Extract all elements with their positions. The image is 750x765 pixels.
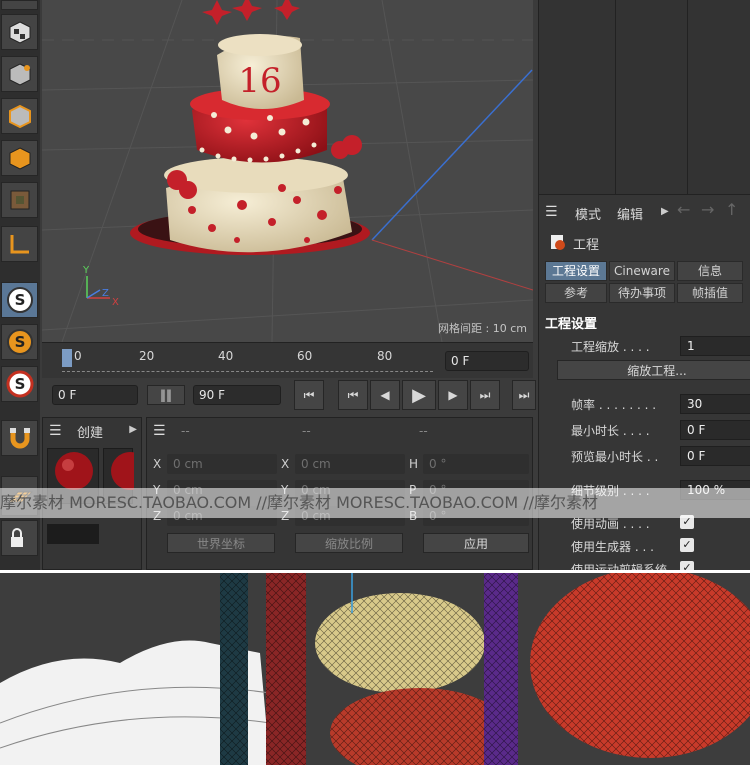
rotation-h-field[interactable]: 0 ° [423, 454, 529, 474]
next-key-icon[interactable]: ⏭ [470, 380, 500, 410]
checker-cube-icon[interactable] [1, 14, 38, 50]
play-icon[interactable]: ▶ [402, 380, 436, 410]
scale-dropdown[interactable]: 缩放比例 [295, 533, 403, 553]
snap-s-red-icon[interactable]: S [1, 366, 38, 402]
object-manager [539, 0, 750, 195]
points-mode-icon[interactable] [1, 56, 38, 92]
playhead[interactable] [62, 349, 72, 367]
scale-project-button[interactable]: 缩放工程... [557, 360, 750, 380]
edit-menu[interactable]: 编辑 [617, 204, 643, 223]
axis-x-label: X [112, 297, 119, 308]
coord-header: -- [302, 424, 311, 438]
wireframe-preview [0, 573, 750, 765]
prop-label: 使用生成器 . . . [571, 540, 654, 554]
axis-mode-icon[interactable] [1, 226, 38, 262]
tick-label: 40 [218, 349, 234, 363]
size-x-field[interactable]: 0 cm [295, 454, 405, 474]
tab-reference[interactable]: 参考 [545, 283, 607, 303]
edges-mode-icon[interactable] [1, 98, 38, 134]
project-icon [549, 233, 567, 251]
material-create-menu[interactable]: 创建 [77, 422, 103, 441]
tab-info[interactable]: 信息 [677, 261, 743, 281]
tick-label: 60 [297, 349, 313, 363]
ruler-ticks [62, 371, 433, 375]
svg-text:S: S [14, 333, 25, 351]
hamburger-icon[interactable]: ☰ [545, 204, 558, 220]
page: S S S 16 Y X Z 网格间距: 10 cm 0 20 40 60 8… [0, 0, 750, 765]
world-coords-dropdown[interactable]: 世界坐标 [167, 533, 275, 553]
cake-number-text: 16 [238, 61, 281, 101]
lock-grid-icon[interactable] [1, 520, 38, 556]
prop-label: 使用运动剪辑系统 [571, 563, 668, 570]
coord-label: X [153, 457, 162, 471]
next-frame-icon[interactable]: ▶ [438, 380, 468, 410]
svg-text:S: S [14, 375, 25, 393]
panel-arrow-icon[interactable]: ▶ [129, 424, 137, 435]
timeline-ruler[interactable]: 0 20 40 60 80 0 F [42, 342, 533, 378]
prev-frame-icon[interactable]: ◀ [370, 380, 400, 410]
axis-y-label: Y [82, 265, 90, 276]
up-arrow-icon[interactable]: ↑ [725, 200, 738, 219]
tick-label: 0 [74, 349, 82, 363]
prop-label: 工程缩放 . . . . [571, 340, 650, 354]
end-frame-field[interactable]: 90 F [193, 385, 281, 405]
go-to-start-icon[interactable]: ⏮ [294, 380, 324, 410]
mode-menu[interactable]: 模式 [575, 204, 601, 223]
apply-button[interactable]: 应用 [423, 533, 529, 553]
preview-min-time-field[interactable]: 0 F [680, 446, 750, 466]
tab-todo[interactable]: 待办事项 [609, 283, 675, 303]
material-thumb-dark[interactable] [47, 524, 99, 544]
coord-label: H [409, 457, 419, 471]
prop-label: 帧率 . . . . . . . . [571, 398, 657, 412]
snap-s-icon[interactable]: S [1, 282, 38, 318]
panel-arrow-icon[interactable]: ▶ [661, 206, 669, 217]
svg-text:S: S [14, 291, 25, 309]
snap-s-orange-icon[interactable]: S [1, 324, 38, 360]
forward-arrow-icon[interactable]: → [701, 200, 714, 219]
use-generators-checkbox[interactable]: ✓ [680, 538, 694, 552]
coord-label: X [281, 457, 290, 471]
go-to-end-icon[interactable]: ⏭ [512, 380, 536, 410]
watermark-band: 摩尔素材 MORESC.TAOBAO.COM //摩尔素材 MORESC.TAO… [0, 488, 750, 518]
coord-header: -- [419, 424, 428, 438]
left-toolbar: S S S [0, 0, 40, 570]
cinema4d-window: S S S 16 Y X Z 网格间距: 10 cm 0 20 40 60 8… [0, 0, 750, 570]
3d-viewport[interactable]: 16 Y X Z 网格间距 : 10 cm [42, 0, 533, 342]
tab-project-settings[interactable]: 工程设置 [545, 261, 607, 281]
tool-top-partial[interactable] [1, 0, 38, 10]
tick-label: 80 [377, 349, 393, 363]
right-panel: ☰ 模式 编辑 ▶ ← → ↑ 工程 工程设置 Cineware 信息 参考 待… [538, 0, 750, 570]
prop-label: 最小时长 . . . . [571, 424, 650, 438]
prop-label: 预览最小时长 . . [571, 450, 659, 464]
min-time-field[interactable]: 0 F [680, 420, 750, 440]
section-title: 工程设置 [545, 317, 598, 332]
fps-field[interactable]: 30 [680, 394, 750, 414]
axis-z-label: Z [102, 288, 109, 299]
tab-cineware[interactable]: Cineware [609, 261, 675, 281]
current-frame-field[interactable]: 0 F [445, 351, 529, 371]
uv-mode-icon[interactable] [1, 182, 38, 218]
grid-spacing-label: 网格间距 : 10 cm [438, 322, 527, 335]
position-x-field[interactable]: 0 cm [167, 454, 277, 474]
polygons-mode-icon[interactable] [1, 140, 38, 176]
tab-frame-interpolation[interactable]: 帧插值 [677, 283, 743, 303]
project-scale-field[interactable]: 1 [680, 336, 750, 356]
back-arrow-icon[interactable]: ← [677, 200, 690, 219]
magnet-icon[interactable] [1, 420, 38, 456]
start-frame-field[interactable]: 0 F [52, 385, 138, 405]
tick-label: 20 [139, 349, 155, 363]
range-slider[interactable]: ‖‖ [147, 385, 185, 405]
prev-key-icon[interactable]: ⏮ [338, 380, 368, 410]
object-name: 工程 [573, 238, 600, 253]
use-motion-system-checkbox[interactable]: ✓ [680, 561, 694, 570]
coord-header: -- [181, 424, 190, 438]
hamburger-icon[interactable]: ☰ [49, 423, 62, 439]
hamburger-icon[interactable]: ☰ [153, 423, 166, 439]
